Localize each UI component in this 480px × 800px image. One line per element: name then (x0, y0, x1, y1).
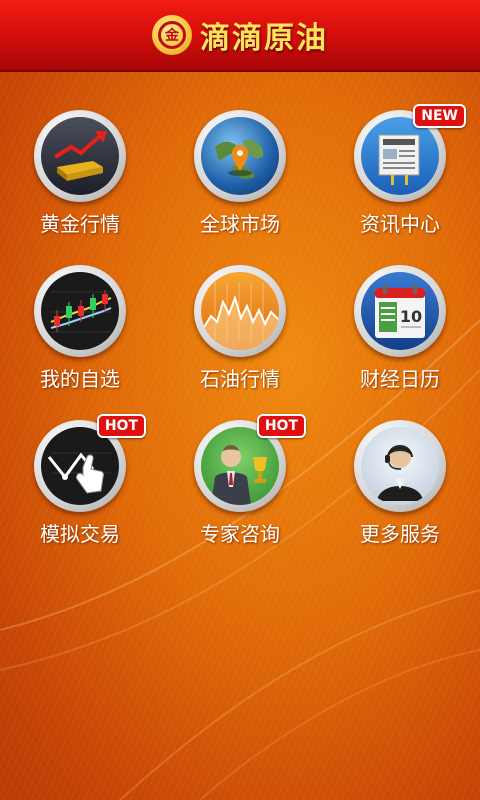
menu-label: 我的自选 (40, 367, 120, 391)
menu-label: 专家咨询 (200, 522, 280, 546)
customer-service-icon (354, 420, 446, 512)
touch-chart-icon: HOT (34, 414, 146, 512)
menu-item-gold-quotes[interactable]: 黄金行情 (0, 110, 160, 260)
hot-badge: HOT (256, 414, 306, 438)
calendar-icon: 10 (354, 265, 446, 357)
menu-label: 石油行情 (200, 367, 280, 391)
expert-trophy-icon: HOT (194, 414, 306, 512)
menu-label: 财经日历 (360, 367, 440, 391)
menu-label: 资讯中心 (360, 212, 440, 236)
menu-label: 全球市场 (200, 212, 280, 236)
menu-item-more-services[interactable]: 更多服务 (320, 420, 480, 570)
hot-badge: HOT (96, 414, 146, 438)
menu-item-my-watchlist[interactable]: 我的自选 (0, 265, 160, 415)
oil-chart-icon (194, 265, 286, 357)
new-badge: NEW (413, 104, 466, 128)
menu-label: 模拟交易 (40, 522, 120, 546)
newspaper-icon: NEW (354, 104, 466, 202)
calendar-day: 10 (400, 307, 422, 326)
menu-item-oil-quotes[interactable]: 石油行情 (160, 265, 320, 415)
menu-label: 更多服务 (360, 522, 440, 546)
gold-trend-icon (34, 110, 126, 202)
logo-text: 金 (158, 21, 186, 49)
globe-map-pin-icon (194, 110, 286, 202)
gold-coin-logo-icon: 金 (152, 15, 192, 55)
menu-item-simulated-trading[interactable]: HOT 模拟交易 (0, 414, 160, 570)
menu-label: 黄金行情 (40, 212, 120, 236)
app-header: 金 滴滴原油 (0, 0, 480, 72)
candlestick-chart-icon (34, 265, 126, 357)
menu-item-global-markets[interactable]: 全球市场 (160, 110, 320, 260)
menu-item-finance-calendar[interactable]: 10 财经日历 (320, 265, 480, 415)
menu-item-news-center[interactable]: NEW 资讯中心 (320, 104, 480, 260)
app-title: 滴滴原油 (200, 21, 328, 56)
menu-item-expert-consult[interactable]: HOT 专家咨询 (160, 414, 320, 570)
